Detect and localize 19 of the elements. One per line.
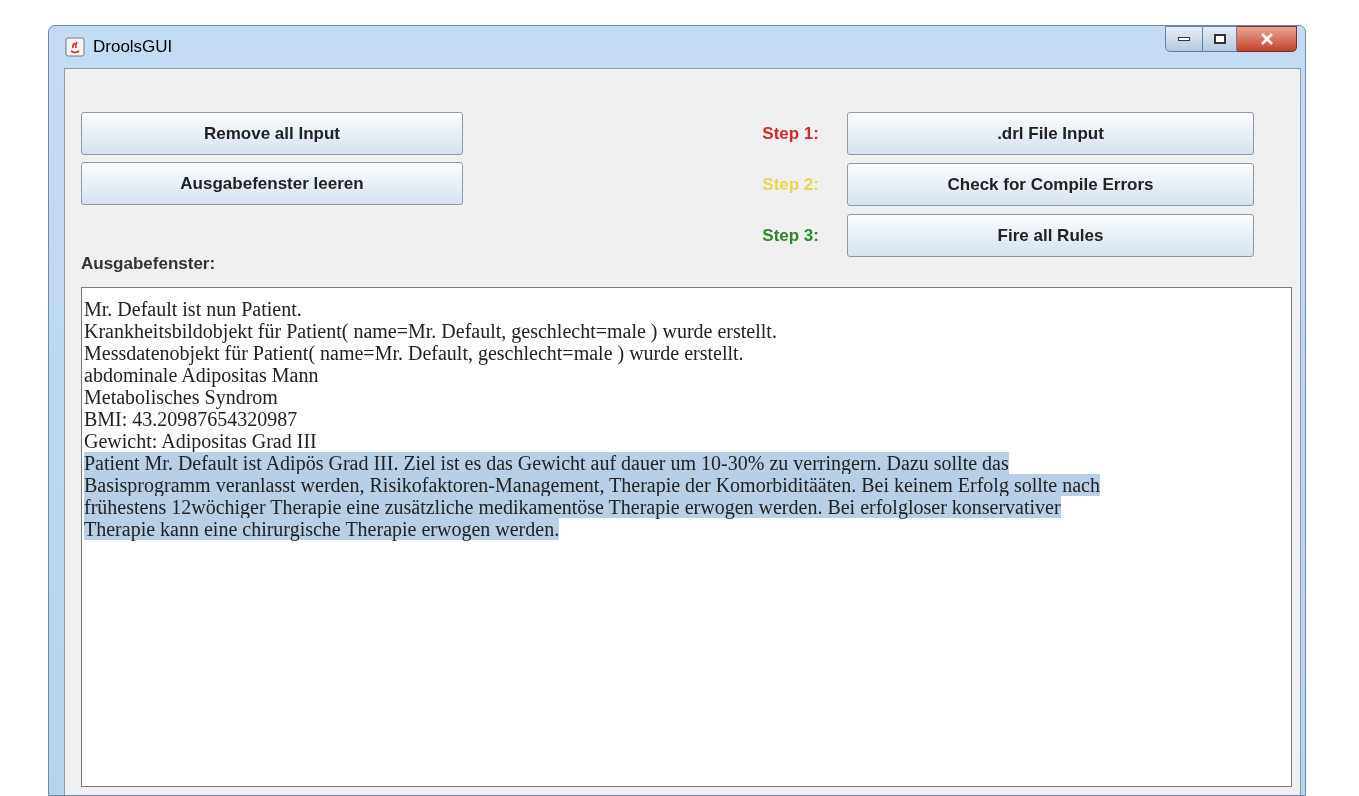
output-line: Gewicht: Adipositas Grad III — [84, 429, 317, 452]
minimize-button[interactable] — [1165, 26, 1203, 52]
step-button[interactable]: Fire all Rules — [847, 214, 1254, 257]
output-line: Mr. Default ist nun Patient. — [84, 297, 302, 320]
output-label: Ausgabefenster: — [81, 253, 217, 275]
close-icon — [1259, 33, 1274, 45]
close-button[interactable] — [1237, 26, 1297, 52]
step-button[interactable]: Check for Compile Errors — [847, 163, 1254, 206]
step-label: Step 3: — [761, 224, 819, 247]
step-label: Step 2: — [761, 173, 819, 196]
app-icon — [65, 37, 85, 57]
window-title: DroolsGUI — [93, 36, 173, 59]
maximize-button[interactable] — [1203, 26, 1237, 52]
step-button[interactable]: .drl File Input — [847, 112, 1254, 155]
step-label: Step 1: — [761, 122, 819, 145]
output-line: Krankheitsbildobjekt für Patient( name=Mr. Default, geschlecht=male ) wurde erstellt. — [84, 319, 777, 342]
action-button[interactable]: Ausgabefenster leeren — [81, 162, 463, 205]
action-button[interactable]: Remove all Input — [81, 112, 463, 155]
output-text-area[interactable] — [81, 286, 1292, 787]
